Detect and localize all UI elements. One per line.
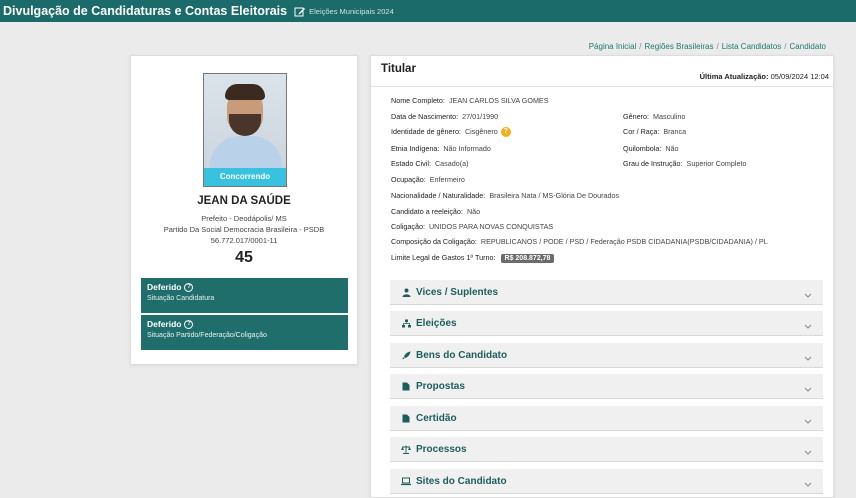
person-icon: [400, 287, 412, 297]
rocket-icon: [400, 350, 412, 360]
field-gender-identity: Identidade de gênero: Cisgênero?: [391, 127, 511, 138]
candidate-cnpj: 56.772.017/0001-11: [210, 236, 278, 245]
spending-limit-badge: R$ 208.872,78: [500, 254, 555, 263]
accordion-candidate-sites[interactable]: Sites do Candidato: [390, 469, 823, 494]
file-icon: [400, 413, 412, 423]
sitemap-icon: [400, 318, 412, 328]
candidate-details-card: Titular Última Atualização: 05/09/2024 1…: [370, 55, 834, 498]
breadcrumb-candidates-list[interactable]: Lista Candidatos: [722, 42, 782, 51]
divider: [371, 86, 833, 87]
candidate-office: Prefeito - Deodápolis/ MS: [201, 214, 287, 223]
candidate-display-name: JEAN DA SAÚDE: [197, 195, 291, 207]
info-icon[interactable]: ?: [500, 127, 511, 138]
accordion-lawsuits[interactable]: Processos: [390, 437, 823, 462]
field-nationality: Nacionalidade / Naturalidade: Brasileira …: [391, 191, 620, 200]
accordion-proposals[interactable]: Propostas: [390, 374, 823, 399]
field-education: Grau de Instrução: Superior Completo: [623, 159, 747, 168]
candidate-party: Partido Da Social Democracia Brasileira …: [163, 225, 325, 234]
breadcrumb-current: Candidato: [789, 42, 826, 51]
candidacy-status-subtitle: Situação Candidatura: [147, 295, 215, 302]
field-birth-date: Data de Nascimento: 27/01/1990: [391, 112, 499, 121]
candidate-card: Concorrendo JEAN DA SAÚDE Prefeito - Deo…: [130, 55, 358, 365]
candidate-photo: Concorrendo: [203, 73, 287, 187]
candidacy-status-label: Concorrendo: [204, 168, 286, 186]
laptop-icon: [400, 476, 412, 486]
scale-icon: [400, 444, 412, 454]
chevron-down-icon: [803, 350, 813, 361]
field-reelection: Candidato a reeleição: Não: [391, 207, 481, 216]
last-updated-label: Última Atualização:: [699, 72, 769, 81]
app-title[interactable]: Divulgação de Candidaturas e Contas Elei…: [3, 4, 287, 18]
candidate-number: 45: [235, 249, 253, 266]
breadcrumb: Página Inicial / Regiões Brasileiras / Lista…: [588, 42, 826, 51]
accordion-assets[interactable]: Bens do Candidato: [390, 343, 823, 368]
chevron-down-icon: [803, 318, 813, 329]
field-full-name: Nome Completo: JEAN CARLOS SILVA GOMES: [391, 96, 549, 105]
chevron-down-icon: [803, 413, 813, 424]
candidacy-status-title: Deferido: [147, 282, 182, 292]
breadcrumb-home[interactable]: Página Inicial: [589, 42, 637, 51]
field-quilombola: Quilombola: Não: [623, 144, 679, 153]
chevron-down-icon: [803, 381, 813, 392]
edit-icon: [294, 5, 306, 17]
accordion-vices[interactable]: Vices / Suplentes: [390, 280, 823, 305]
help-icon[interactable]: ?: [184, 319, 194, 329]
party-status-box: Deferido? Situação Partido/Federação/Col…: [141, 315, 348, 350]
field-coalition-composition: Composição da Coligação: REPUBLICANOS / P…: [391, 237, 768, 246]
accordion-elections[interactable]: Eleições: [390, 311, 823, 336]
chevron-down-icon: [803, 476, 813, 487]
field-spending-limit: Limite Legal de Gastos 1º Turno: R$ 208.8…: [391, 253, 555, 263]
help-icon[interactable]: ?: [184, 282, 194, 292]
file-icon: [400, 381, 412, 391]
election-label[interactable]: Eleições Municipais 2024: [309, 7, 394, 16]
last-updated-value: 05/09/2024 12:04: [770, 72, 829, 81]
field-color-race: Cor / Raça: Branca: [623, 127, 687, 136]
party-status-subtitle: Situação Partido/Federação/Coligação: [147, 332, 267, 339]
field-gender: Gênero: Masculino: [623, 112, 686, 121]
last-updated: Última Atualização: 05/09/2024 12:04: [700, 72, 829, 81]
field-occupation: Ocupação: Enfermeiro: [391, 175, 465, 184]
field-civil-status: Estado Civil: Casado(a): [391, 159, 469, 168]
field-coalition: Coligação: UNIDOS PARA NOVAS CONQUISTAS: [391, 222, 554, 231]
party-status-title: Deferido: [147, 319, 182, 329]
chevron-down-icon: [803, 287, 813, 298]
chevron-down-icon: [803, 444, 813, 455]
candidacy-status-box: Deferido? Situação Candidatura: [141, 278, 348, 313]
breadcrumb-regions[interactable]: Regiões Brasileiras: [645, 42, 714, 51]
accordion-certificate[interactable]: Certidão: [390, 406, 823, 431]
details-title: Titular: [381, 63, 416, 75]
top-bar: Divulgação de Candidaturas e Contas Elei…: [0, 0, 856, 22]
field-ethnicity: Etnia Indígena: Não Informado: [391, 144, 491, 153]
